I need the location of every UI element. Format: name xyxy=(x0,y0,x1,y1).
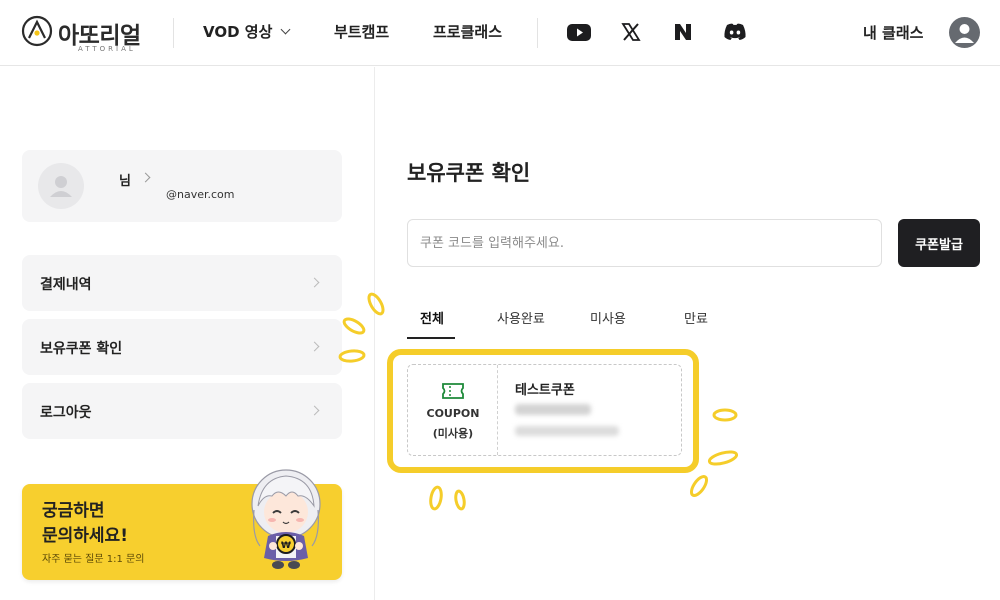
coupon-label: COUPON xyxy=(426,407,480,420)
coupon-badge: COUPON (미사용) xyxy=(408,365,498,455)
sparkle-decoration xyxy=(689,408,739,497)
ticket-icon xyxy=(442,383,464,399)
profile-avatar xyxy=(38,163,84,209)
logo[interactable]: 아또리얼 ATTORIAL xyxy=(20,14,145,54)
tab-all[interactable]: 전체 xyxy=(420,308,444,327)
user-avatar[interactable] xyxy=(949,17,980,48)
coupon-status: (미사용) xyxy=(432,427,474,440)
coupon-code-input[interactable] xyxy=(407,219,882,267)
nav-bootcamp[interactable]: 부트캠프 xyxy=(334,21,389,42)
help-title: 궁금하면 문의하세요! xyxy=(42,501,128,546)
sidebar-item-logout[interactable]: 로그아웃 xyxy=(22,383,342,439)
youtube-icon[interactable] xyxy=(566,20,592,44)
profile-card[interactable] xyxy=(22,150,342,222)
user-avatar-icon xyxy=(955,24,974,43)
logo-subtext: ATTORIAL xyxy=(78,45,136,53)
profile-avatar-icon xyxy=(50,176,72,197)
sidebar-item-payments[interactable]: 결제내역 xyxy=(22,255,342,311)
profile-name[interactable]: 님 xyxy=(119,170,131,189)
header-divider xyxy=(173,18,174,48)
coupon-name: 테스트쿠폰 xyxy=(515,383,575,398)
sidebar-item-label: 결제내역 xyxy=(40,277,92,293)
discord-icon[interactable] xyxy=(722,20,748,44)
blurred-coupon-detail xyxy=(515,404,591,415)
tab-expired[interactable]: 만료 xyxy=(684,308,708,327)
help-banner[interactable]: 궁금하면 문의하세요! 자주 묻는 질문 1:1 문의 ₩ xyxy=(22,469,342,580)
sidebar-item-coupons[interactable]: 보유쿠폰 확인 xyxy=(22,319,342,375)
svg-text:₩: ₩ xyxy=(281,541,291,551)
naver-icon[interactable] xyxy=(670,20,696,44)
chevron-right-icon xyxy=(309,341,320,352)
sidebar-item-label: 로그아웃 xyxy=(40,405,92,421)
nav-bootcamp-label: 부트캠프 xyxy=(334,23,390,41)
nav-vod[interactable]: VOD 영상 xyxy=(203,21,291,42)
chevron-down-icon xyxy=(280,24,291,35)
nav-proclass-label: 프로클래스 xyxy=(433,23,503,41)
nav-proclass[interactable]: 프로클래스 xyxy=(433,21,502,42)
sidebar-item-label: 보유쿠폰 확인 xyxy=(40,341,123,357)
mascot-illustration: ₩ xyxy=(251,469,321,569)
active-tab-indicator xyxy=(407,337,455,339)
profile-email: @naver.com xyxy=(166,188,235,201)
nav-vod-label: VOD 영상 xyxy=(203,23,273,41)
sparkle-decoration xyxy=(429,485,466,511)
chevron-right-icon xyxy=(309,277,320,288)
tab-unused[interactable]: 미사용 xyxy=(590,308,626,327)
logo-mark-icon xyxy=(21,15,53,47)
top-header: 아또리얼 ATTORIAL VOD 영상 부트캠프 프로클래스 내 클래스 xyxy=(0,0,1000,66)
header-divider xyxy=(537,18,538,48)
my-class-link[interactable]: 내 클래스 xyxy=(863,22,923,43)
tab-used[interactable]: 사용완료 xyxy=(497,308,545,327)
help-subtitle: 자주 묻는 질문 1:1 문의 xyxy=(42,554,145,565)
issue-coupon-button[interactable]: 쿠폰발급 xyxy=(898,219,980,267)
x-icon[interactable] xyxy=(618,20,644,44)
sparkle-decoration xyxy=(338,292,385,363)
chevron-right-icon xyxy=(309,405,320,416)
blurred-coupon-date xyxy=(515,426,619,436)
coupon-card[interactable]: COUPON (미사용) 테스트쿠폰 xyxy=(407,364,682,456)
page-title: 보유쿠폰 확인 xyxy=(407,161,531,185)
